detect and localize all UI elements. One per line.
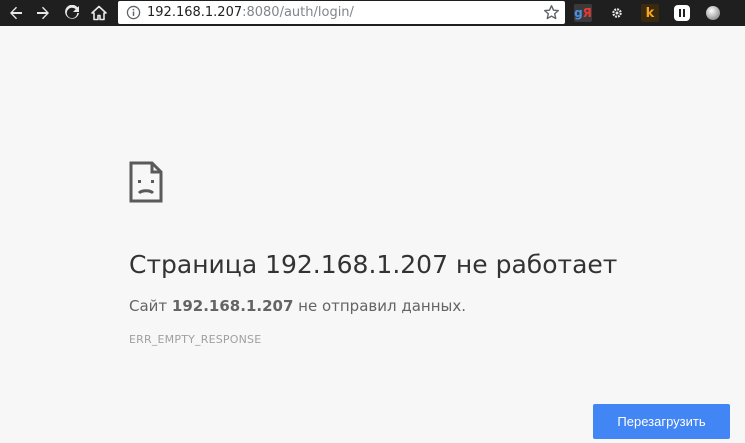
reload-button[interactable]: Перезагрузить [593,404,730,439]
reload-page-button[interactable] [60,1,84,25]
pause-icon [674,5,690,21]
k-extension-letter: k [645,5,655,21]
message-suffix: не отправил данных. [293,297,467,315]
address-bar[interactable]: 192.168.1.207:8080/auth/login/ [118,1,565,24]
browser-toolbar: 192.168.1.207:8080/auth/login/ gЯ k [0,0,745,26]
globe-extension-button[interactable] [704,4,722,22]
message-host: 192.168.1.207 [171,297,294,315]
gear-icon [612,8,622,18]
error-title: Страница 192.168.1.207 не работает [129,250,618,279]
yandex-extension-button[interactable]: gЯ [574,4,592,22]
forward-arrow-icon [37,6,49,20]
info-icon[interactable] [126,5,141,20]
globe-icon [706,6,720,20]
home-icon [91,5,107,21]
error-code: ERR_EMPTY_RESPONSE [129,333,262,346]
yandex-g-letter: g [574,6,583,20]
reload-icon [65,5,79,19]
sad-page-icon [129,161,163,203]
gear-extension-button[interactable] [608,4,626,22]
forward-button[interactable] [31,1,55,25]
home-button[interactable] [87,1,111,25]
url-host: 192.168.1.207 [147,5,243,20]
star-icon[interactable] [543,4,560,21]
k-extension-button[interactable]: k [641,4,659,22]
url-text: 192.168.1.207:8080/auth/login/ [147,4,354,21]
back-arrow-icon [10,6,22,20]
error-message: Сайт 192.168.1.207 не отправил данных. [129,297,466,315]
url-path: :8080/auth/login/ [242,5,354,20]
message-prefix: Сайт [129,297,172,315]
yandex-ya-letter: Я [582,6,592,20]
pause-extension-button[interactable] [673,4,691,22]
back-button[interactable] [4,1,28,25]
